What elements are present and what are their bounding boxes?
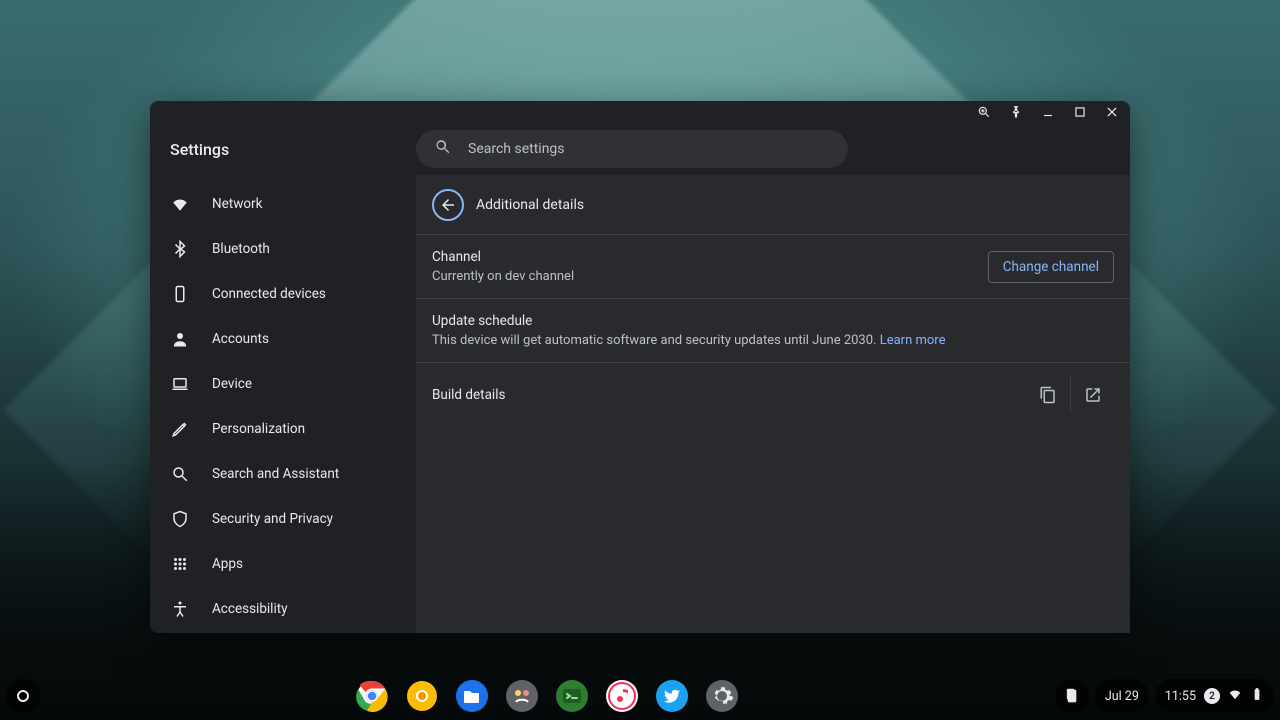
sidebar-item-label: Security and Privacy (212, 511, 333, 527)
window-titlebar (150, 101, 1130, 123)
sidebar-item-personalization[interactable]: Personalization (150, 406, 416, 451)
files-app-icon[interactable] (454, 678, 490, 714)
sidebar-item-label: Personalization (212, 421, 305, 437)
sidebar-item-accessibility[interactable]: Accessibility (150, 586, 416, 631)
laptop-icon (170, 374, 190, 394)
terminal-app-icon[interactable] (554, 678, 590, 714)
back-button[interactable] (432, 189, 464, 221)
sidebar-item-label: Device (212, 376, 252, 392)
phone-hub-button[interactable] (1055, 679, 1089, 713)
search-icon (434, 138, 452, 160)
person-icon (170, 329, 190, 349)
open-build-button[interactable] (1070, 377, 1114, 413)
sidebar-item-label: Accessibility (212, 601, 288, 617)
sidebar-item-apps[interactable]: Apps (150, 541, 416, 586)
settings-app-icon[interactable] (704, 678, 740, 714)
system-tray[interactable]: 11:55 2 (1155, 679, 1274, 713)
maximize-icon[interactable] (1070, 102, 1090, 122)
sidebar-item-label: Accounts (212, 331, 269, 347)
sidebar-item-connected-devices[interactable]: Connected devices (150, 271, 416, 316)
search-field[interactable] (416, 130, 848, 168)
apps-grid-icon (170, 554, 190, 574)
build-details-row: Build details (416, 363, 1130, 427)
main-panel: Additional details Channel Currently on … (416, 175, 1130, 633)
section-title: Additional details (476, 197, 584, 213)
settings-window: Settings Network Bluetooth Connected dev… (150, 101, 1130, 633)
copy-build-button[interactable] (1026, 377, 1070, 413)
twitter-app-icon[interactable] (654, 678, 690, 714)
minimize-icon[interactable] (1038, 102, 1058, 122)
sidebar: Network Bluetooth Connected devices Acco… (150, 175, 416, 633)
section-header: Additional details (416, 175, 1130, 235)
sidebar-item-bluetooth[interactable]: Bluetooth (150, 226, 416, 271)
update-title: Update schedule (432, 313, 945, 329)
close-icon[interactable] (1102, 102, 1122, 122)
tray-time: 11:55 (1165, 689, 1196, 704)
tray-date: Jul 29 (1105, 689, 1139, 704)
learn-more-link[interactable]: Learn more (880, 333, 946, 348)
update-subtitle: This device will get automatic software … (432, 333, 945, 348)
bluetooth-icon (170, 239, 190, 259)
build-details-title: Build details (432, 387, 505, 403)
notification-badge: 2 (1204, 688, 1220, 704)
change-channel-button[interactable]: Change channel (988, 251, 1114, 283)
channel-row: Channel Currently on dev channel Change … (416, 235, 1130, 299)
shield-icon (170, 509, 190, 529)
sidebar-item-accounts[interactable]: Accounts (150, 316, 416, 361)
wifi-icon (170, 194, 190, 214)
pin-icon[interactable] (1006, 102, 1026, 122)
sidebar-item-security-privacy[interactable]: Security and Privacy (150, 496, 416, 541)
status-tray[interactable]: Jul 29 (1095, 679, 1149, 713)
update-schedule-row: Update schedule This device will get aut… (416, 299, 1130, 363)
sidebar-item-label: Apps (212, 556, 243, 572)
music-app-icon[interactable] (604, 678, 640, 714)
chrome-app-icon[interactable] (354, 678, 390, 714)
wifi-status-icon (1228, 687, 1242, 705)
channel-title: Channel (432, 249, 574, 265)
header-row: Settings (150, 123, 1130, 175)
accessibility-icon (170, 599, 190, 619)
phone-icon (170, 284, 190, 304)
update-subtitle-text: This device will get automatic software … (432, 333, 880, 348)
canary-app-icon[interactable] (404, 678, 440, 714)
sidebar-item-network[interactable]: Network (150, 181, 416, 226)
app-title: Settings (150, 140, 416, 159)
channel-subtitle: Currently on dev channel (432, 269, 574, 284)
sidebar-item-search-assistant[interactable]: Search and Assistant (150, 451, 416, 496)
search-input[interactable] (468, 141, 830, 157)
magnifier-icon (170, 464, 190, 484)
sidebar-item-label: Network (212, 196, 262, 212)
shelf-apps (354, 678, 740, 714)
shelf: Jul 29 11:55 2 (0, 672, 1280, 720)
pencil-icon (170, 419, 190, 439)
app-icon-misc1[interactable] (504, 678, 540, 714)
sidebar-item-label: Bluetooth (212, 241, 270, 257)
launcher-icon (17, 690, 29, 702)
zoom-icon[interactable] (974, 102, 994, 122)
launcher-button[interactable] (6, 679, 40, 713)
sidebar-item-label: Search and Assistant (212, 466, 339, 482)
sidebar-item-label: Connected devices (212, 286, 326, 302)
sidebar-item-device[interactable]: Device (150, 361, 416, 406)
battery-status-icon (1250, 687, 1264, 705)
